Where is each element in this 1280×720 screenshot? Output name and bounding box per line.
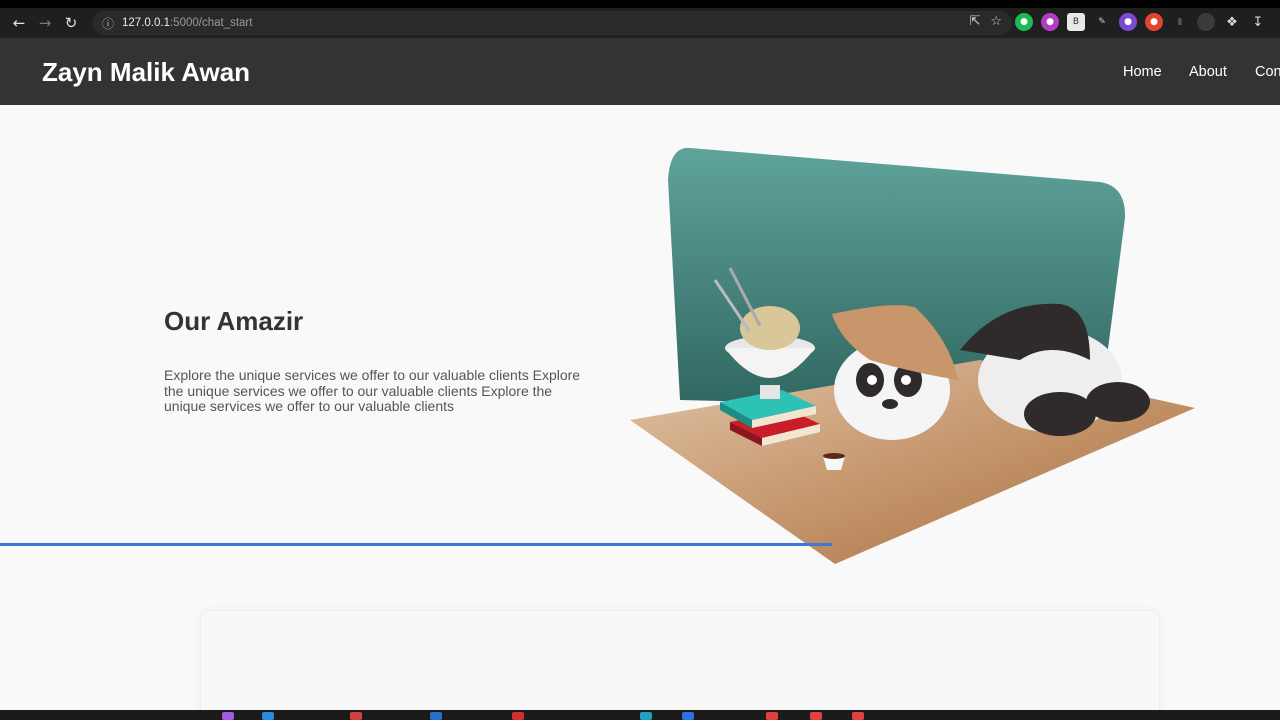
site-header: Zayn Malik Awan Home About Con [0,38,1280,105]
extension-green-icon[interactable]: ● [1015,13,1033,31]
address-bar[interactable]: ⓘ 127.0.0.1:5000/chat_start ⇱ ☆ [92,11,1012,35]
bookmark-star-icon[interactable]: ☆ [990,14,1002,29]
extension-colorwheel-icon[interactable]: ● [1041,13,1059,31]
taskbar-app-icon[interactable] [222,712,234,720]
back-icon[interactable]: ← [6,11,32,35]
hero-description: Explore the unique services we offer to … [164,367,581,414]
extension-fire-icon[interactable]: ● [1145,13,1163,31]
url-path: :5000/chat_start [169,17,253,29]
downloads-icon[interactable]: ↧ [1249,13,1267,31]
reload-icon[interactable]: ↻ [58,11,84,35]
browser-toolbar: ← → ↻ ⓘ 127.0.0.1:5000/chat_start ⇱ ☆ ● … [0,8,1280,38]
taskbar-app-icon[interactable] [766,712,778,720]
extension-grey-icon[interactable]: ▮ [1171,13,1189,31]
share-icon[interactable]: ⇱ [969,14,980,29]
progress-bar [0,543,832,546]
site-brand[interactable]: Zayn Malik Awan [42,57,250,88]
extension-b-icon[interactable]: B [1067,13,1085,31]
extensions-bar: ● ● B ✎ ● ● ▮ ❖ ↧ [1015,13,1267,31]
panda-illustration [630,147,1195,564]
taskbar-app-icon[interactable] [262,712,274,720]
taskbar-app-icon[interactable] [512,712,524,720]
forward-icon[interactable]: → [32,11,58,35]
taskbar-app-icon[interactable] [810,712,822,720]
url-host: 127.0.0.1 [122,17,170,29]
taskbar-app-icon[interactable] [430,712,442,720]
taskbar-app-icon[interactable] [350,712,362,720]
taskbar-app-icon[interactable] [852,712,864,720]
extension-pen-icon[interactable]: ✎ [1093,13,1111,31]
taskbar-app-icon[interactable] [682,712,694,720]
extension-dark-icon[interactable] [1197,13,1215,31]
extensions-puzzle-icon[interactable]: ❖ [1223,13,1241,31]
content-card [200,610,1160,720]
tea-cup-icon [823,453,845,470]
extension-purple-icon[interactable]: ● [1119,13,1137,31]
hero-title: Our Amazir [164,306,304,336]
nav-home[interactable]: Home [1123,64,1162,80]
screen-top-edge [0,0,1280,8]
nav-contact[interactable]: Con [1255,64,1280,80]
site-info-icon[interactable]: ⓘ [102,15,114,32]
taskbar-app-icon[interactable] [640,712,652,720]
nav-about[interactable]: About [1189,64,1227,80]
